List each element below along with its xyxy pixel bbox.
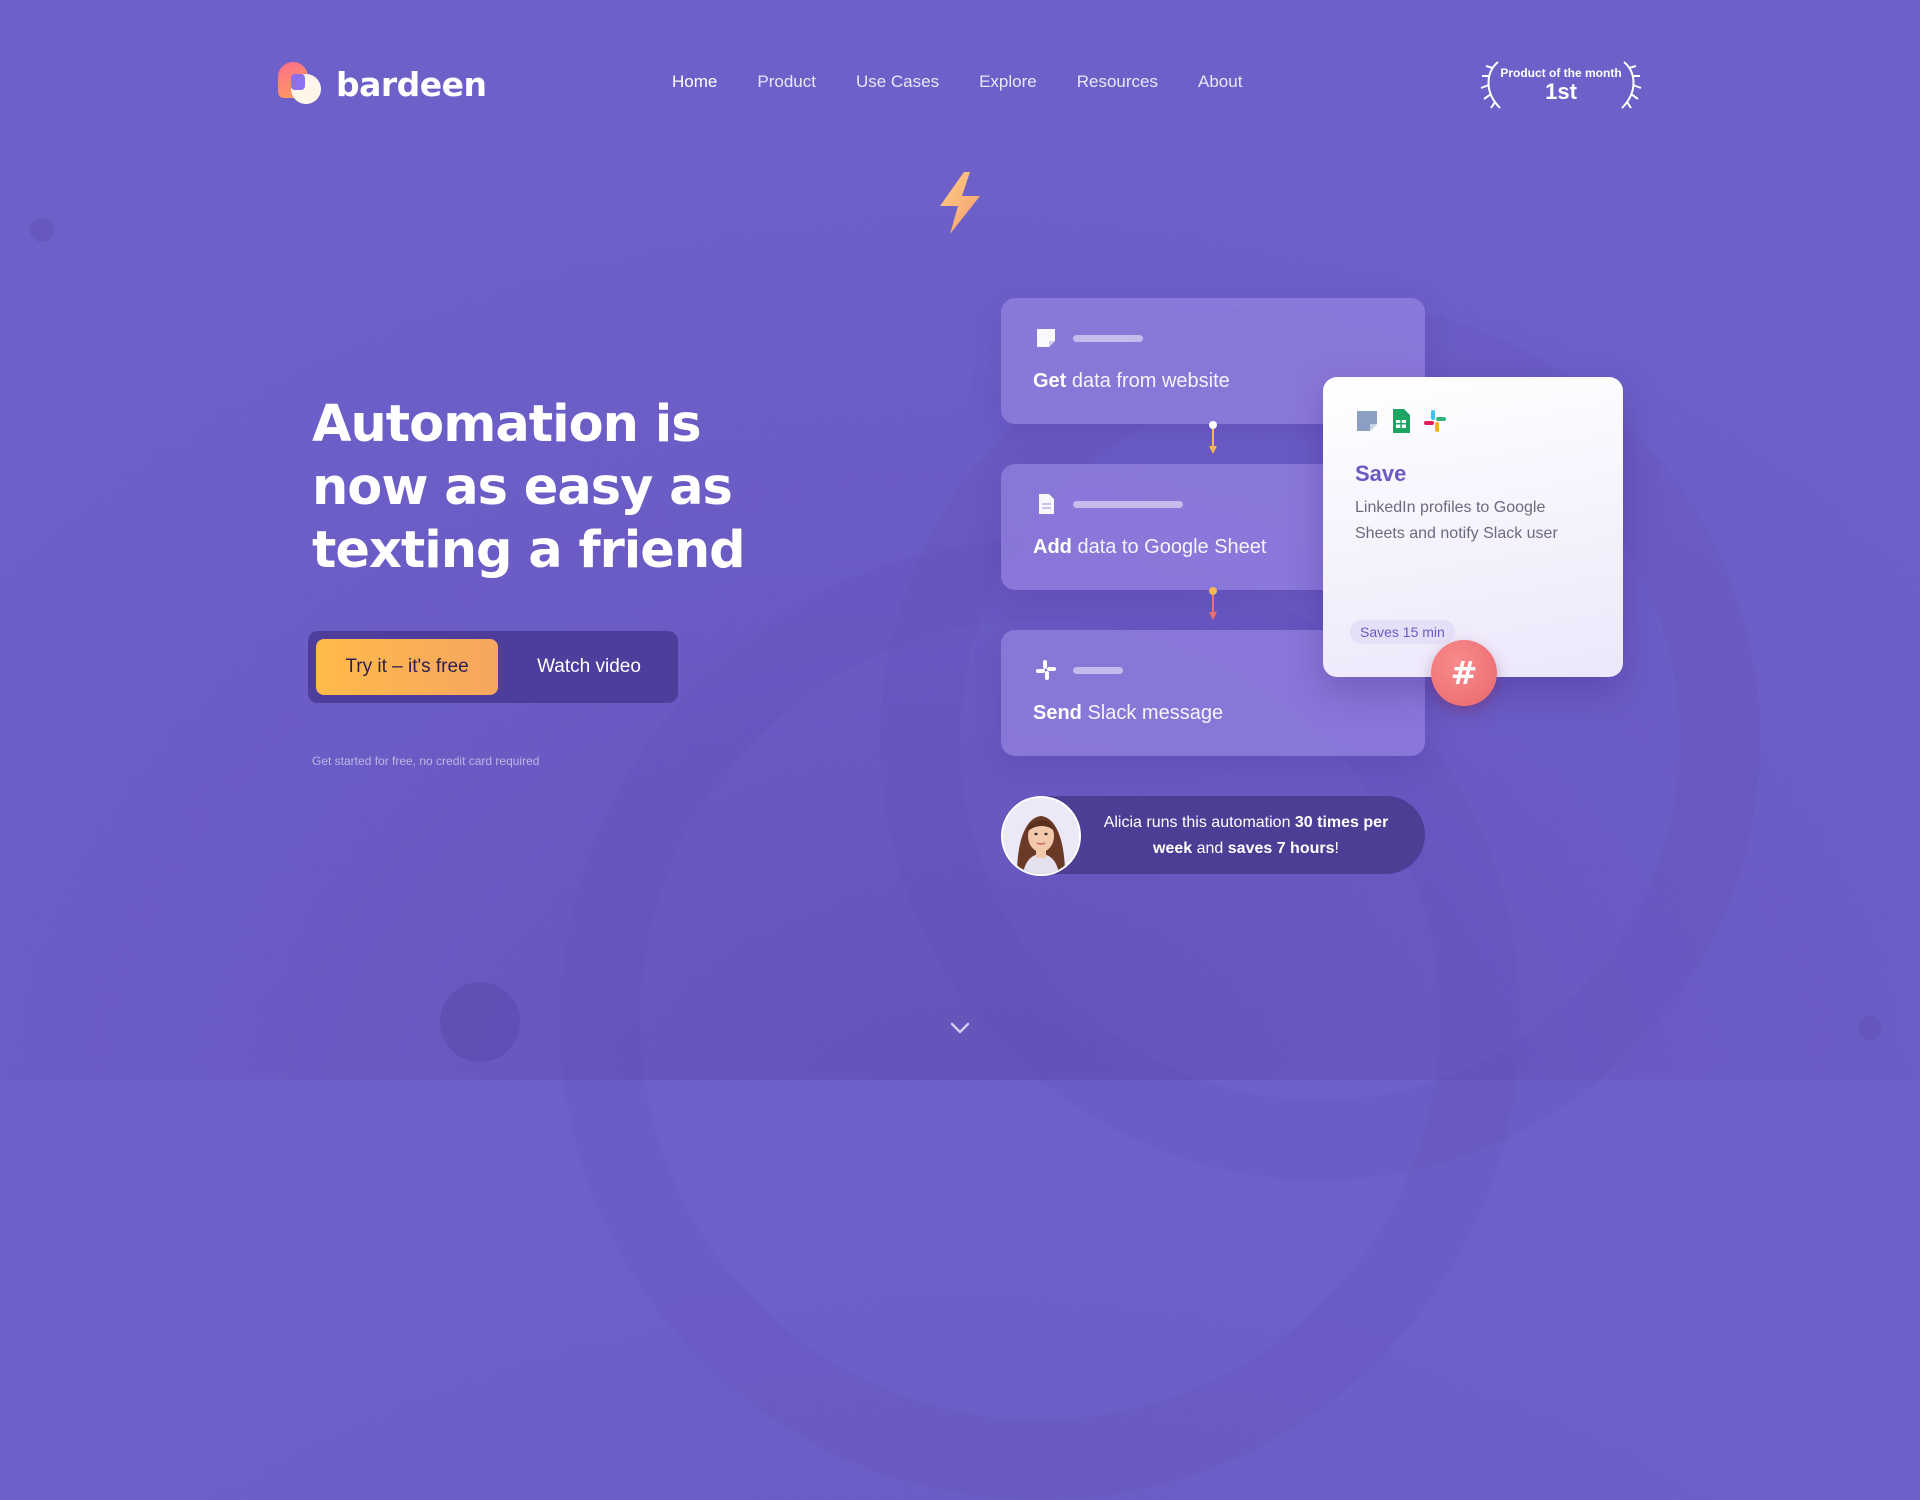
nav-about[interactable]: About (1198, 72, 1242, 92)
badge-title: Product of the month (1500, 66, 1622, 80)
hero-headline: Automation is now as easy as texting a f… (312, 395, 746, 580)
brand-name: bardeen (336, 64, 487, 104)
placeholder-bar (1073, 501, 1183, 508)
step-text: Slack message (1081, 702, 1224, 724)
step-verb: Get (1033, 370, 1067, 392)
person-portrait-icon (1003, 798, 1079, 874)
save-card-description: LinkedIn profiles to Google Sheets and n… (1355, 499, 1558, 542)
save-automation-card[interactable]: Save LinkedIn profiles to Google Sheets … (1323, 377, 1623, 677)
decorative-circle (30, 218, 54, 242)
top-navigation: bardeen Home Product Use Cases Explore R… (0, 0, 1920, 170)
decorative-circle (1858, 1016, 1882, 1040)
product-of-the-month-badge[interactable]: Product of the month 1st (1478, 56, 1644, 114)
slack-icon (1036, 660, 1056, 680)
try-free-button[interactable]: Try it – it's free (316, 639, 498, 695)
laurel-icon (1480, 61, 1501, 109)
brand-logo[interactable]: bardeen (278, 62, 487, 106)
bardeen-logo-icon (278, 62, 322, 106)
testimonial-banner: Alicia runs this automation 30 times per… (1001, 796, 1425, 876)
laurel-icon (1621, 61, 1642, 109)
placeholder-bar (1073, 335, 1143, 342)
step-text: data from website (1066, 370, 1230, 392)
document-icon (1039, 494, 1054, 514)
save-card-title: Save (1355, 461, 1407, 486)
slack-hash-icon: # (1431, 640, 1497, 706)
cta-group: Try it – it's free Watch video (308, 631, 678, 703)
main-menu: Home Product Use Cases Explore Resources… (672, 72, 1242, 92)
google-sheets-icon (1393, 409, 1410, 433)
flow-connector (1209, 421, 1217, 454)
badge-rank: 1st (1545, 79, 1577, 104)
nav-resources[interactable]: Resources (1077, 72, 1158, 92)
decorative-circle (440, 982, 520, 1062)
nav-explore[interactable]: Explore (979, 72, 1037, 92)
note-icon (1357, 411, 1377, 431)
time-saved-badge: Saves 15 min (1350, 620, 1455, 644)
flow-connector (1209, 587, 1217, 620)
note-icon (1037, 329, 1055, 347)
slack-icon (1424, 410, 1446, 432)
app-icons (1355, 409, 1447, 433)
testimonial-text: Alicia runs this automation 30 times per… (1103, 814, 1389, 857)
step-verb: Send (1033, 702, 1082, 724)
watch-video-button[interactable]: Watch video (508, 639, 670, 695)
chevron-down-icon[interactable] (948, 1018, 972, 1038)
nav-home[interactable]: Home (672, 72, 717, 92)
placeholder-bar (1073, 667, 1123, 674)
nav-use-cases[interactable]: Use Cases (856, 72, 939, 92)
step-text: data to Google Sheet (1071, 536, 1267, 558)
nav-product[interactable]: Product (757, 72, 816, 92)
lightning-bolt-icon (940, 172, 980, 234)
cta-note: Get started for free, no credit card req… (312, 754, 540, 768)
avatar (1001, 796, 1081, 876)
step-verb: Add (1033, 536, 1072, 558)
